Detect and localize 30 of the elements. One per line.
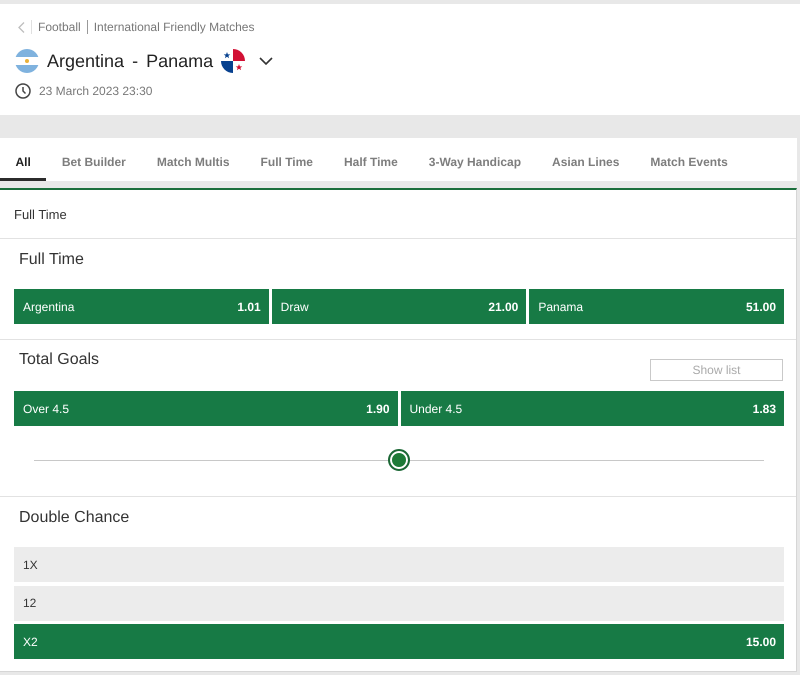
market-title: Double Chance [18, 508, 130, 528]
odds-button[interactable]: Panama 51.00 [529, 289, 784, 324]
breadcrumb-link[interactable]: Football [38, 20, 81, 34]
market-tab[interactable]: Asian Lines [536, 138, 635, 181]
breadcrumb-link[interactable]: International Friendly Matches [94, 20, 254, 34]
match-date: 23 March 2023 23:30 [39, 84, 152, 98]
market-tab[interactable]: Half Time [328, 138, 414, 181]
market-tab[interactable]: Match Multis [141, 138, 246, 181]
flag-icon [221, 49, 246, 73]
show-list-button[interactable]: Show list [650, 359, 783, 381]
market-tab[interactable]: 3-Way Handicap [413, 138, 537, 181]
odds-button[interactable]: X2 15.00 [14, 624, 784, 659]
odds-button[interactable]: Under 4.5 1.83 [400, 391, 784, 426]
team-name: Panama [146, 50, 214, 72]
odds-button[interactable]: Draw 21.00 [272, 289, 526, 324]
chevron-down-icon[interactable] [259, 57, 274, 65]
flag-icon [15, 49, 39, 73]
market-tab[interactable]: Match Events [634, 138, 744, 181]
clock-icon [15, 83, 31, 99]
slider-thumb[interactable] [388, 449, 410, 471]
market-tab[interactable]: Full Time [245, 138, 328, 181]
odds-button[interactable]: Argentina 1.01 [14, 289, 269, 324]
team-name: Argentina [47, 50, 124, 72]
market-tab[interactable]: Bet Builder [46, 138, 142, 181]
odds-button[interactable]: Over 4.5 1.90 [14, 391, 398, 426]
section-heading: Full Time [0, 190, 796, 239]
market-title: Total Goals [18, 350, 100, 370]
versus-separator: - [132, 50, 138, 72]
market-tab[interactable]: All [0, 138, 46, 181]
market-title: Full Time [18, 250, 84, 270]
